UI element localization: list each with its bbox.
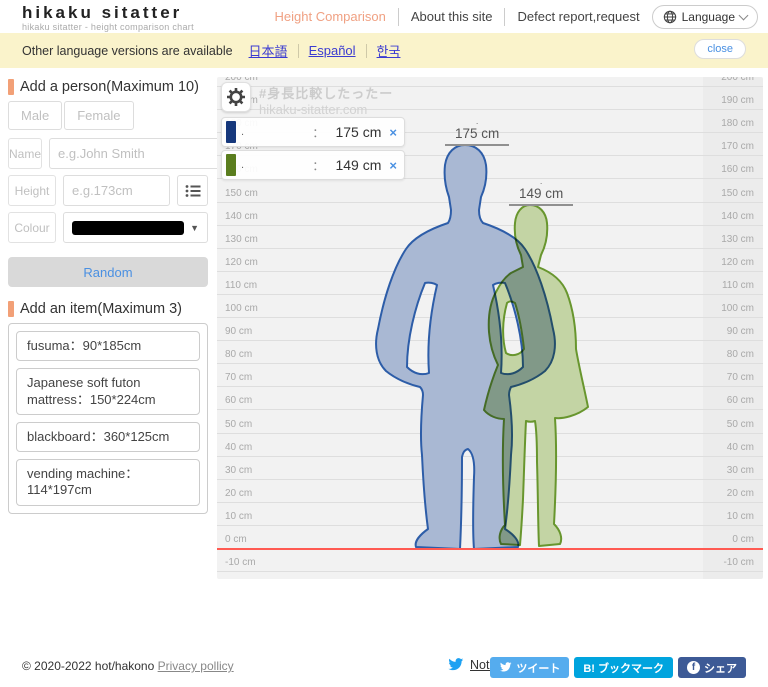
lang-link-separator	[365, 43, 367, 58]
caret-down-icon: ▼	[190, 222, 199, 233]
language-banner-message: Other language versions are available	[22, 43, 233, 58]
figure-height-label-male: . 175 cm	[445, 115, 510, 146]
chevron-down-icon	[738, 10, 749, 20]
globe-icon	[663, 10, 676, 23]
height-preset-list-button[interactable]	[177, 175, 208, 206]
add-person-title: Add a person(Maximum 10)	[20, 79, 199, 95]
item-list: fusuma：90*185cm Japanese soft futon mattr…	[8, 323, 208, 514]
site-subtitle: hikaku sitatter - height comparison char…	[22, 22, 194, 32]
copyright: © 2020-2022 hot/hakono Privacy pollicy	[22, 659, 234, 673]
person-chip-name: .	[241, 126, 245, 138]
footer: © 2020-2022 hot/hakono Privacy pollicy N…	[0, 652, 768, 682]
gender-toggle: Male Female	[8, 101, 208, 130]
item-button[interactable]: Japanese soft futon mattress：150*224cm	[16, 368, 200, 415]
facebook-icon: f	[687, 661, 700, 674]
share-buttons: ツイート B! ブックマーク f シェア	[490, 657, 746, 678]
tweet-button[interactable]: ツイート	[490, 657, 570, 678]
colour-swatch	[72, 220, 185, 235]
colour-row: Colour ▼	[8, 212, 208, 243]
hatena-bookmark-button[interactable]: B! ブックマーク	[574, 657, 673, 678]
top-nav: Height Comparison About this site Defect…	[275, 0, 758, 33]
add-item-heading: Add an item(Maximum 3)	[8, 301, 208, 317]
remove-person-icon[interactable]: ×	[389, 158, 397, 173]
name-row: Name	[8, 138, 244, 169]
lang-link-separator	[297, 43, 299, 58]
copyright-text: © 2020-2022 hot/hakono	[22, 659, 155, 673]
nav-about[interactable]: About this site	[411, 9, 493, 24]
name-label: Name	[8, 138, 43, 169]
language-button[interactable]: Language	[651, 4, 758, 29]
chip-separator: ：	[312, 158, 325, 173]
nav-separator	[504, 7, 506, 26]
person-chip-height: 175 cm	[335, 124, 382, 140]
person-chip-name: .	[241, 159, 245, 171]
facebook-share-button[interactable]: f シェア	[678, 657, 746, 678]
nav-defect-report[interactable]: Defect report,request	[517, 9, 639, 24]
zero-line	[217, 548, 763, 550]
figure-name: .	[475, 115, 479, 126]
add-item-title: Add an item(Maximum 3)	[20, 301, 182, 317]
colour-label: Colour	[8, 212, 56, 243]
facebook-button-label: シェア	[704, 662, 737, 675]
site-title: hikaku sitatter	[22, 3, 183, 22]
add-person-heading: Add a person(Maximum 10)	[8, 79, 208, 95]
height-chart[interactable]: . 175 cm . 149 cm #身長比較したったー hikaku-sita…	[217, 77, 763, 579]
person-chip[interactable]: . ： 149 cm ×	[221, 150, 405, 180]
language-banner: Other language versions are available 日本…	[0, 33, 768, 68]
chart-settings-button[interactable]	[221, 82, 251, 112]
twitter-icon	[500, 662, 512, 672]
lang-link-korean[interactable]: 한국	[377, 41, 401, 60]
height-row: Height	[8, 175, 208, 206]
person-color-bar	[226, 121, 236, 143]
person-chip-height: 149 cm	[335, 157, 382, 173]
figure-name: .	[539, 175, 543, 186]
item-button[interactable]: blackboard：360*125cm	[16, 421, 200, 452]
lang-link-japanese[interactable]: 日本語	[249, 41, 288, 60]
hatena-button-label: B! ブックマーク	[583, 662, 664, 675]
person-color-bar	[226, 154, 236, 176]
site-header: hikaku sitatter hikaku sitatter - height…	[0, 0, 768, 33]
random-button[interactable]: Random	[8, 257, 208, 287]
tweet-button-label: ツイート	[516, 662, 561, 675]
nav-separator	[397, 7, 399, 26]
colour-select[interactable]: ▼	[63, 212, 208, 243]
person-chips: . ： 175 cm × . ： 149 cm ×	[221, 117, 405, 180]
section-marker	[8, 79, 14, 95]
chip-separator: ：	[312, 125, 325, 140]
person-chip[interactable]: . ： 175 cm ×	[221, 117, 405, 147]
remove-person-icon[interactable]: ×	[389, 125, 397, 140]
height-input[interactable]	[63, 175, 170, 206]
page: hikaku sitatter hikaku sitatter - height…	[0, 0, 768, 687]
sidebar: Add a person(Maximum 10) Male Female Nam…	[8, 79, 244, 514]
twitter-icon	[448, 658, 464, 671]
privacy-policy-link[interactable]: Privacy pollicy	[158, 659, 234, 673]
figure-height: 175 cm	[455, 125, 500, 141]
list-icon	[185, 184, 200, 197]
item-button[interactable]: vending machine：114*197cm	[16, 459, 200, 506]
figure-height: 149 cm	[519, 185, 564, 201]
item-button[interactable]: fusuma：90*185cm	[16, 331, 200, 362]
height-label: Height	[8, 175, 56, 206]
banner-close-button[interactable]: close	[694, 39, 746, 59]
language-button-label: Language	[681, 9, 735, 24]
name-input[interactable]	[49, 138, 244, 169]
gear-icon	[227, 88, 245, 106]
language-links: 日本語 Español 한국	[249, 41, 401, 60]
section-marker	[8, 301, 14, 317]
male-button[interactable]: Male	[8, 101, 63, 130]
logo[interactable]: hikaku sitatter hikaku sitatter - height…	[22, 3, 194, 33]
female-button[interactable]: Female	[64, 101, 134, 130]
lang-link-spanish[interactable]: Español	[309, 43, 356, 58]
figure-height-label-female: . 149 cm	[509, 175, 574, 206]
nav-height-comparison[interactable]: Height Comparison	[275, 9, 386, 24]
